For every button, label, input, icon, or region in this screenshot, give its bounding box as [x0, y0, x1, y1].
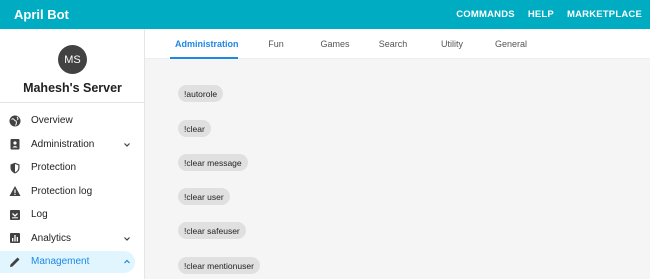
globe-icon [9, 115, 21, 127]
command-chip[interactable]: !autorole [178, 85, 224, 102]
tab-administration[interactable]: Administration [175, 39, 239, 49]
pencil-icon [9, 256, 21, 268]
app-title[interactable]: April Bot [14, 7, 69, 22]
top-nav: COMMANDS HELP MARKETPLACE [456, 9, 642, 20]
sidebar-menu: Overview Administration Protection Prote… [0, 109, 145, 274]
id-badge-icon [9, 138, 21, 150]
sidebar-item-protection-log[interactable]: Protection log [0, 180, 145, 204]
tab-general[interactable]: General [489, 39, 533, 49]
warning-icon [9, 185, 21, 197]
shield-icon [9, 162, 21, 174]
sidebar-item-overview[interactable]: Overview [0, 109, 145, 133]
sidebar-item-management[interactable]: Management [0, 250, 145, 274]
sidebar-item-label: Management [31, 256, 90, 268]
sidebar-item-log[interactable]: Log [0, 203, 145, 227]
command-chip[interactable]: !clear user [178, 188, 230, 205]
sidebar-item-label: Overview [31, 115, 73, 127]
sidebar-item-administration[interactable]: Administration [0, 133, 145, 157]
command-chip[interactable]: !clear message [178, 154, 248, 171]
chevron-down-icon[interactable] [123, 141, 131, 149]
inbox-icon [9, 209, 21, 221]
bar-chart-icon [9, 232, 21, 244]
nav-commands[interactable]: COMMANDS [456, 9, 515, 20]
command-chip[interactable]: !clear [178, 120, 211, 137]
sidebar-item-analytics[interactable]: Analytics [0, 227, 145, 251]
nav-marketplace[interactable]: MARKETPLACE [567, 9, 642, 20]
sidebar-item-label: Log [31, 209, 48, 221]
command-category-tabs: Administration Fun Games Search Utility … [145, 29, 650, 59]
tab-search[interactable]: Search [372, 39, 414, 49]
command-chip[interactable]: !clear mentionuser [178, 257, 260, 274]
chevron-down-icon[interactable] [123, 235, 131, 243]
top-app-bar: April Bot COMMANDS HELP MARKETPLACE [0, 0, 650, 29]
sidebar-item-protection[interactable]: Protection [0, 156, 145, 180]
sidebar: MS Mahesh's Server Overview Administrati… [0, 29, 145, 279]
sidebar-divider [0, 102, 145, 103]
sidebar-item-label: Protection log [31, 185, 93, 197]
sidebar-item-label: Administration [31, 138, 95, 150]
sidebar-item-label: Analytics [31, 232, 72, 244]
server-avatar: MS [58, 45, 87, 74]
nav-help[interactable]: HELP [528, 9, 554, 20]
server-name: Mahesh's Server [23, 81, 122, 95]
chevron-up-icon[interactable] [123, 258, 131, 266]
tab-fun[interactable]: Fun [257, 39, 295, 49]
command-chip[interactable]: !clear safeuser [178, 222, 246, 239]
tab-games[interactable]: Games [315, 39, 355, 49]
command-list: !autorole !clear !clear message !clear u… [145, 59, 650, 279]
sidebar-item-label: Protection [31, 162, 77, 174]
tab-utility[interactable]: Utility [431, 39, 473, 49]
